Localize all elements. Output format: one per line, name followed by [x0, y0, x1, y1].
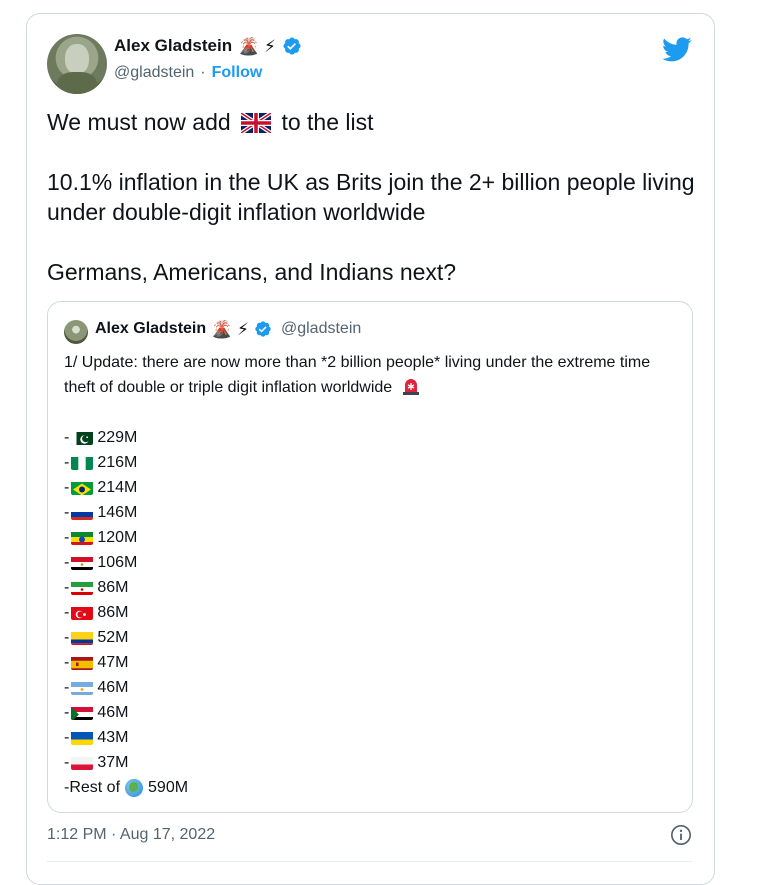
list-dash: -: [64, 454, 70, 471]
list-dash: -: [64, 654, 70, 671]
list-dash: -: [64, 704, 70, 721]
list-dash: -: [64, 679, 70, 696]
twitter-bird-icon[interactable]: [662, 34, 692, 64]
country-list: - 229M - 216M - 214M - 146M - 120M - 106M - 86M - 86M - 5…: [64, 425, 674, 775]
list-dash: -: [64, 629, 70, 646]
separator-dot: ·: [200, 64, 206, 81]
brazil-flag-icon: [71, 480, 94, 495]
country-population: 47M: [97, 654, 129, 671]
country-row: - 120M: [64, 525, 674, 550]
country-row: - 86M: [64, 600, 674, 625]
ukraine-flag-icon: [71, 730, 94, 745]
info-icon[interactable]: [670, 824, 692, 846]
russia-flag-icon: [71, 505, 94, 520]
ethiopia-flag-icon: [71, 530, 94, 545]
rest-of-world-row: -Rest of 590M: [64, 775, 674, 800]
sudan-flag-icon: [71, 705, 94, 720]
colombia-flag-icon: [71, 630, 94, 645]
author-handle[interactable]: @gladstein: [114, 64, 194, 82]
country-row: - 43M: [64, 725, 674, 750]
country-population: 86M: [97, 579, 129, 596]
rest-of-label: -Rest of: [64, 779, 121, 796]
follow-button[interactable]: Follow: [212, 64, 263, 82]
country-row: - 229M: [64, 425, 674, 450]
author-name-row: Alex Gladstein 🌋 ⚡: [114, 36, 302, 56]
quoted-update-text: 1/ Update: there are now more than *2 bi…: [64, 354, 651, 396]
list-dash: -: [64, 504, 70, 521]
argentina-flag-icon: [71, 680, 94, 695]
verified-badge-icon: [283, 37, 301, 55]
egypt-flag-icon: [71, 555, 94, 570]
list-dash: -: [64, 479, 70, 496]
country-row: - 86M: [64, 575, 674, 600]
list-dash: -: [64, 754, 70, 771]
quoted-author-handle: @gladstein: [280, 320, 362, 337]
tweet-line-2: 10.1% inflation in the UK as Brits join …: [47, 169, 695, 225]
tweet-line-1-after: to the list: [281, 109, 374, 135]
country-row: - 47M: [64, 650, 674, 675]
siren-icon: [402, 379, 419, 395]
list-dash: -: [64, 604, 70, 621]
author-name[interactable]: Alex Gladstein: [114, 36, 232, 56]
country-population: 216M: [97, 454, 138, 471]
nigeria-flag-icon: [71, 455, 94, 470]
iran-flag-icon: [71, 580, 94, 595]
globe-icon: [125, 778, 144, 797]
list-dash: -: [64, 729, 70, 746]
country-population: 46M: [97, 679, 129, 696]
country-population: 43M: [97, 729, 129, 746]
spain-flag-icon: [71, 655, 94, 670]
footer-divider: [47, 861, 692, 862]
list-dash: -: [64, 579, 70, 596]
pakistan-flag-icon: [71, 430, 94, 445]
quoted-update-line: 1/ Update: there are now more than *2 bi…: [64, 350, 674, 400]
country-population: 52M: [97, 629, 129, 646]
tweet-timestamp[interactable]: 1:12 PM · Aug 17, 2022: [47, 826, 215, 844]
list-dash: -: [64, 429, 70, 446]
quoted-author-avatar: [64, 320, 88, 344]
country-population: 106M: [97, 554, 138, 571]
quoted-header: Alex Gladstein 🌋 ⚡ @gladstein: [95, 320, 361, 338]
country-row: - 46M: [64, 675, 674, 700]
tweet-line-1: We must now add to the list: [47, 107, 697, 137]
country-row: - 146M: [64, 500, 674, 525]
country-row: - 37M: [64, 750, 674, 775]
tweet-line-3: Germans, Americans, and Indians next?: [47, 259, 457, 285]
country-row: - 52M: [64, 625, 674, 650]
country-row: - 214M: [64, 475, 674, 500]
country-population: 214M: [97, 479, 138, 496]
tweet-card: Alex Gladstein 🌋 ⚡ @gladstein · Follow W…: [26, 13, 715, 885]
tweet-line-1-before: We must now add: [47, 109, 231, 135]
country-population: 37M: [97, 754, 129, 771]
quoted-author-emojis: 🌋 ⚡: [211, 319, 249, 339]
country-row: - 46M: [64, 700, 674, 725]
poland-flag-icon: [71, 755, 94, 770]
quoted-author-name: Alex Gladstein: [95, 320, 207, 337]
tweet-text: We must now add to the list 10.1% inflat…: [47, 107, 697, 287]
turkey-flag-icon: [71, 605, 94, 620]
quoted-text: 1/ Update: there are now more than *2 bi…: [64, 350, 674, 800]
author-handle-row: @gladstein · Follow: [114, 64, 262, 82]
quoted-tweet[interactable]: Alex Gladstein 🌋 ⚡ @gladstein 1/ Update:…: [47, 301, 693, 813]
country-population: 46M: [97, 704, 129, 721]
author-emojis: 🌋 ⚡: [238, 36, 276, 56]
country-population: 229M: [97, 429, 138, 446]
list-dash: -: [64, 554, 70, 571]
country-population: 146M: [97, 504, 138, 521]
country-row: - 216M: [64, 450, 674, 475]
author-avatar[interactable]: [47, 34, 107, 94]
country-row: - 106M: [64, 550, 674, 575]
country-population: 120M: [97, 529, 138, 546]
uk-flag-icon: [241, 113, 272, 133]
list-dash: -: [64, 529, 70, 546]
quoted-verified-badge-icon: [255, 321, 271, 337]
country-population: 86M: [97, 604, 129, 621]
rest-of-value: 590M: [148, 779, 189, 796]
